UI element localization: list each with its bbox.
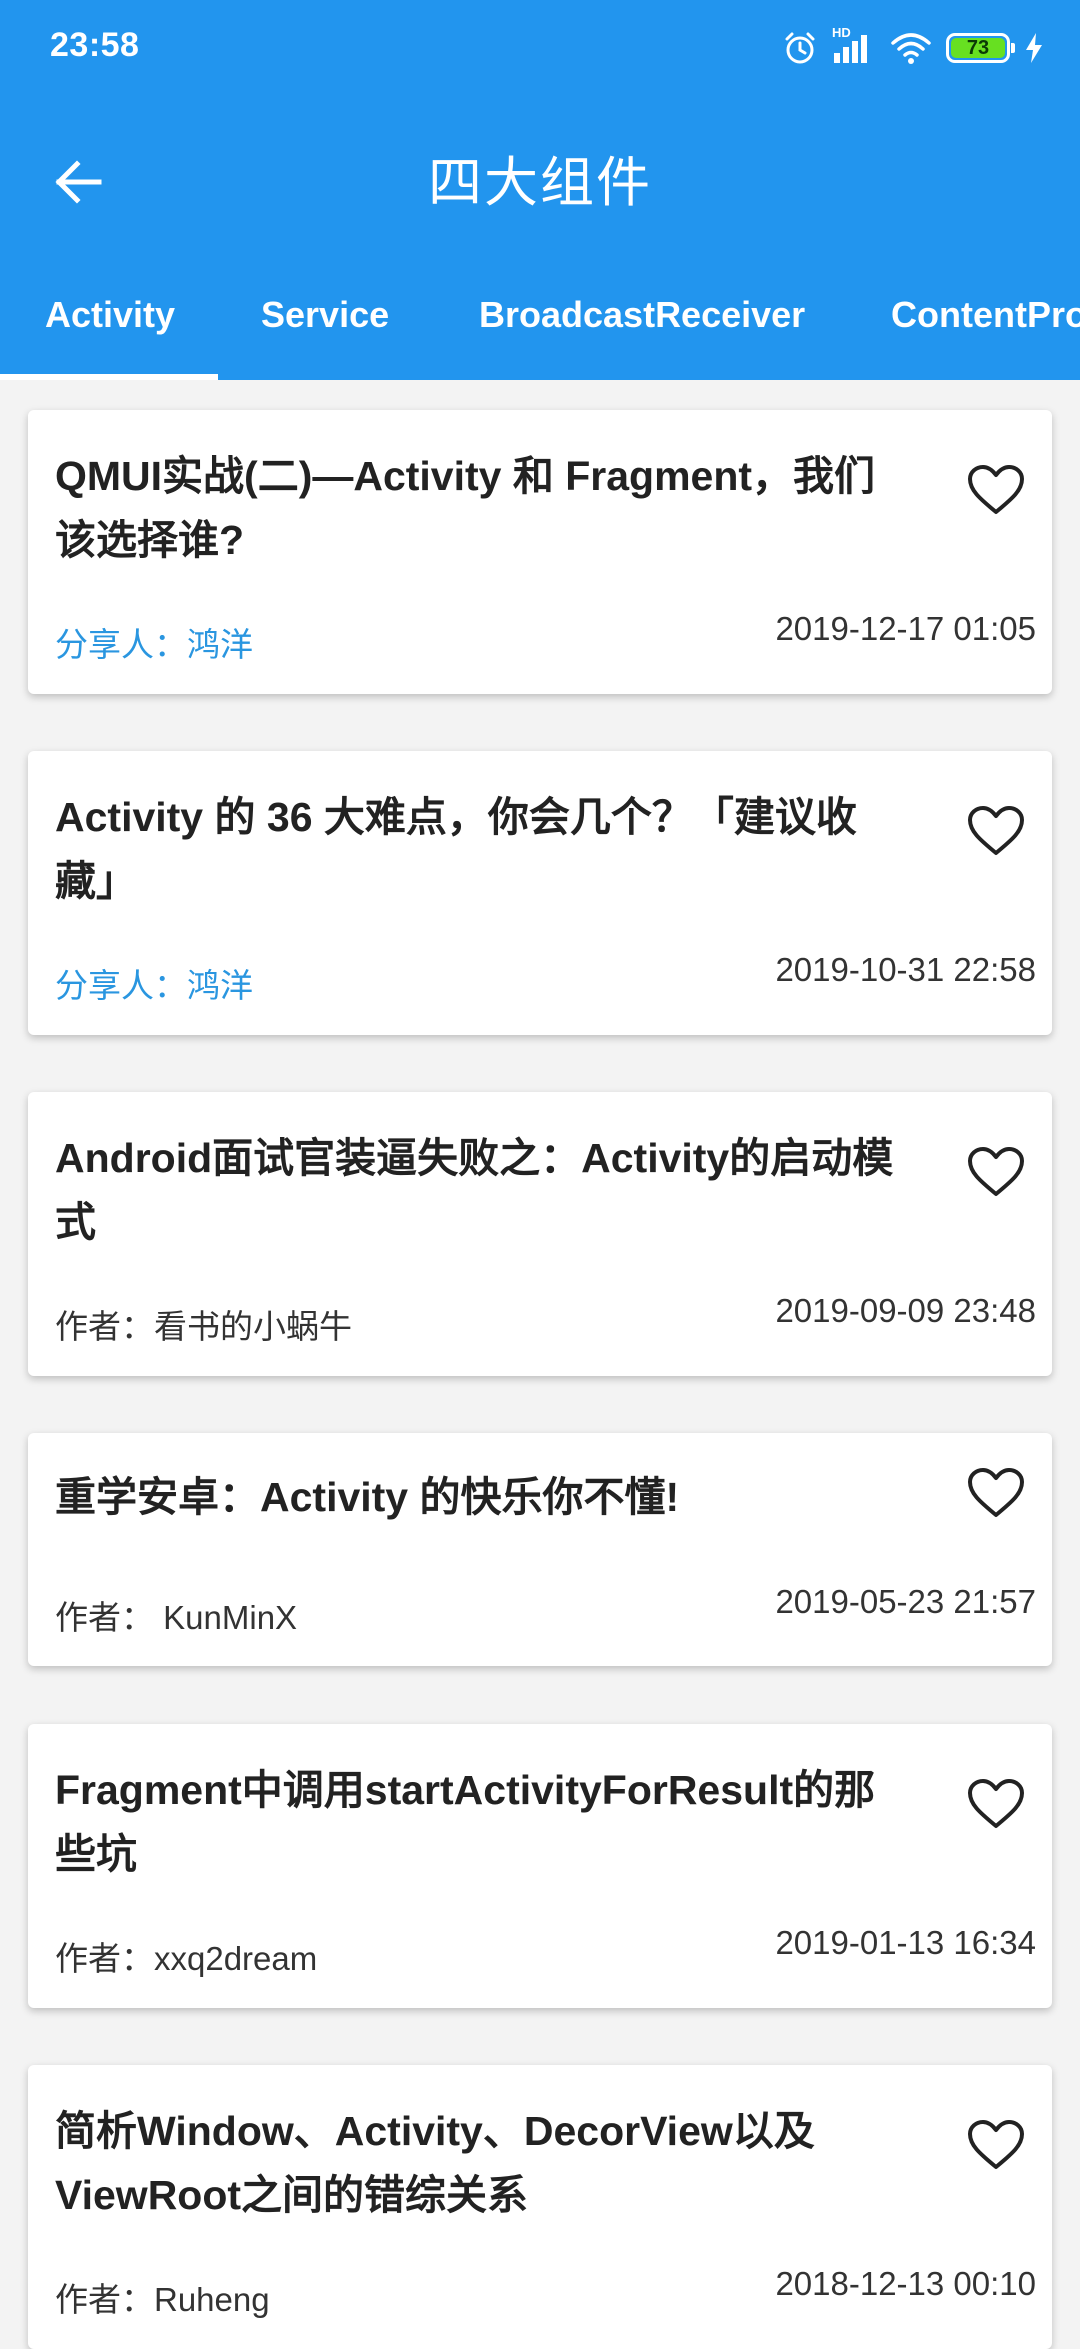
heart-outline-icon xyxy=(967,1467,1025,1524)
article-date: 2019-09-09 23:48 xyxy=(775,1292,1036,1329)
status-time: 23:58 xyxy=(50,26,140,64)
article-author[interactable]: 分享人：鸿洋 xyxy=(55,959,253,1007)
article-card[interactable]: 简析Window、Activity、DecorView以及ViewRoot之间的… xyxy=(28,2065,1052,2349)
tab-indicator xyxy=(0,374,218,380)
battery-icon: 73 xyxy=(946,33,1015,63)
article-date: 2018-12-13 00:10 xyxy=(775,2265,1036,2302)
header: 23:58 HD 73 四大组件 Activity Service Broadc… xyxy=(0,0,1080,380)
heart-outline-icon xyxy=(967,805,1025,862)
article-title: Android面试官装逼失败之：Activity的启动模式 xyxy=(55,1135,894,1245)
page-title: 四大组件 xyxy=(428,153,652,213)
article-title: 简析Window、Activity、DecorView以及ViewRoot之间的… xyxy=(55,2108,815,2218)
favorite-button[interactable] xyxy=(960,1770,1032,1842)
favorite-button[interactable] xyxy=(960,2111,1032,2183)
article-date: 2019-01-13 16:34 xyxy=(775,1924,1036,1961)
article-card[interactable]: 重学安卓：Activity 的快乐你不懂! 作者： KunMinX 2019-0… xyxy=(28,1433,1052,1666)
alarm-icon xyxy=(782,30,818,66)
tab-service[interactable]: Service xyxy=(216,256,434,380)
tab-contentprovider[interactable]: ContentProvider xyxy=(846,256,1080,380)
article-date: 2019-12-17 01:05 xyxy=(775,610,1036,647)
article-title: 重学安卓：Activity 的快乐你不懂! xyxy=(55,1474,680,1520)
status-icons: HD 73 xyxy=(782,25,1044,68)
article-date: 2019-10-31 22:58 xyxy=(775,951,1036,988)
favorite-button[interactable] xyxy=(960,797,1032,869)
heart-outline-icon xyxy=(967,1146,1025,1203)
favorite-button[interactable] xyxy=(960,1138,1032,1210)
article-date: 2019-05-23 21:57 xyxy=(775,1583,1036,1620)
tab-activity[interactable]: Activity xyxy=(0,256,220,380)
signal-icon: HD xyxy=(832,25,876,65)
battery-percent: 73 xyxy=(966,37,990,59)
article-author[interactable]: 分享人：鸿洋 xyxy=(55,618,253,666)
battery-tip xyxy=(1011,43,1015,53)
article-card[interactable]: Activity 的 36 大难点，你会几个？「建议收藏」 分享人：鸿洋 201… xyxy=(28,751,1052,1035)
tab-broadcastreceiver[interactable]: BroadcastReceiver xyxy=(434,256,850,380)
favorite-button[interactable] xyxy=(960,1459,1032,1531)
wifi-icon xyxy=(890,31,932,65)
heart-outline-icon xyxy=(967,464,1025,521)
charging-icon xyxy=(1024,32,1044,64)
tab-bar: Activity Service BroadcastReceiver Conte… xyxy=(0,256,1080,380)
article-author[interactable]: 作者：xxq2dream xyxy=(55,1932,317,1980)
article-author[interactable]: 作者：Ruheng xyxy=(55,2273,270,2321)
heart-outline-icon xyxy=(967,2119,1025,2176)
status-bar: 23:58 HD 73 xyxy=(0,0,1080,96)
battery-level: 73 xyxy=(951,38,1005,58)
article-author[interactable]: 作者： KunMinX xyxy=(55,1591,297,1639)
app-bar: 四大组件 xyxy=(0,96,1080,256)
article-card[interactable]: QMUI实战(二)—Activity 和 Fragment，我们该选择谁? 分享… xyxy=(28,410,1052,694)
hd-label: HD xyxy=(832,25,851,40)
favorite-button[interactable] xyxy=(960,456,1032,528)
heart-outline-icon xyxy=(967,1778,1025,1835)
article-author[interactable]: 作者：看书的小蜗牛 xyxy=(55,1300,352,1348)
article-title: QMUI实战(二)—Activity 和 Fragment，我们该选择谁? xyxy=(55,453,876,563)
article-title: Fragment中调用startActivityForResult的那些坑 xyxy=(55,1767,876,1877)
article-card[interactable]: Android面试官装逼失败之：Activity的启动模式 作者：看书的小蜗牛 … xyxy=(28,1092,1052,1376)
article-card[interactable]: Fragment中调用startActivityForResult的那些坑 作者… xyxy=(28,1724,1052,2008)
article-title: Activity 的 36 大难点，你会几个？「建议收藏」 xyxy=(55,794,857,904)
